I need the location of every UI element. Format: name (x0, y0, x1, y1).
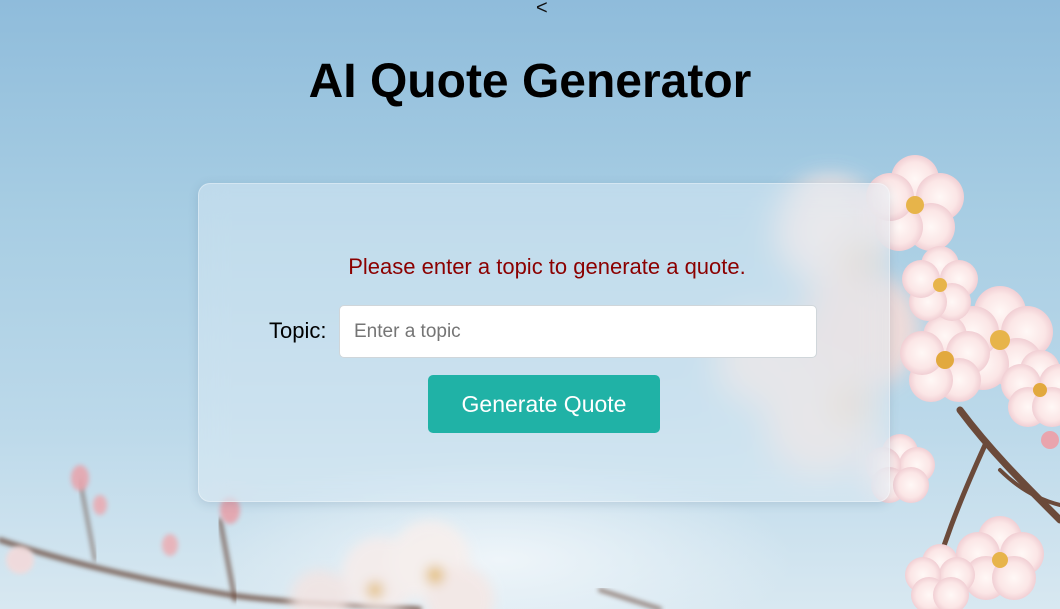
status-message: Please enter a topic to generate a quote… (348, 254, 746, 279)
generate-quote-button[interactable]: Generate Quote (428, 375, 660, 433)
topic-input[interactable] (339, 305, 817, 358)
back-chevron-icon[interactable]: < (536, 0, 548, 20)
quote-form-card: Please enter a topic to generate a quote… (198, 183, 890, 502)
page-title: AI Quote Generator (308, 55, 752, 108)
topic-label: Topic: (269, 318, 327, 343)
